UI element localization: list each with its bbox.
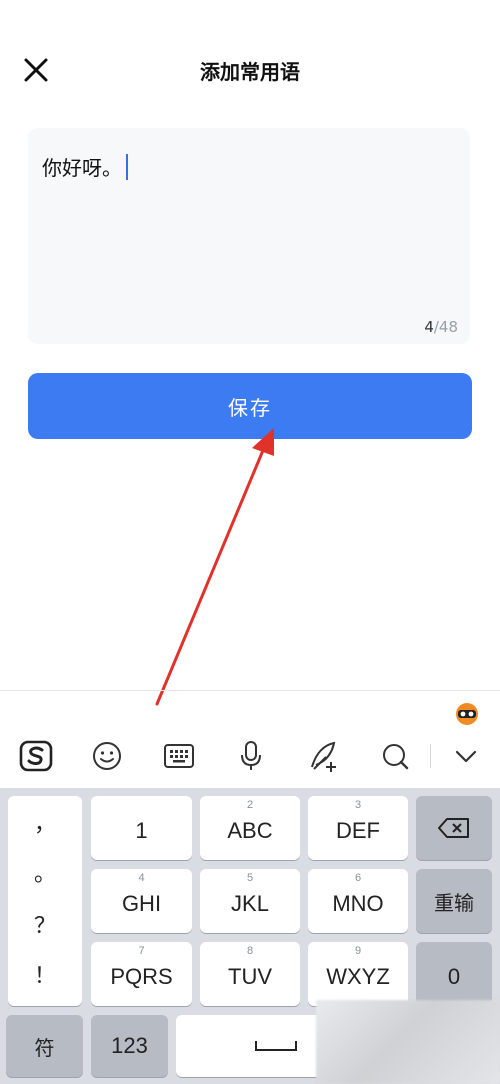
- keyboard-divider: [0, 690, 500, 691]
- key-label: 0: [447, 964, 461, 989]
- text-caret: [126, 153, 128, 180]
- key-1[interactable]: 1: [91, 796, 192, 860]
- mascot-icon[interactable]: [454, 700, 480, 726]
- microphone-icon[interactable]: [231, 736, 271, 776]
- reinput-button[interactable]: 重输: [416, 869, 492, 933]
- backspace-button[interactable]: [416, 796, 492, 860]
- key-digit: 7: [138, 945, 145, 957]
- save-button[interactable]: 保存: [28, 373, 472, 439]
- punct-question[interactable]: ？: [8, 908, 82, 940]
- phrase-input[interactable]: 你好呀。 4/48: [28, 128, 470, 344]
- key-label: ABC: [227, 818, 273, 843]
- key-digit: 6: [354, 872, 362, 884]
- key-digit: 8: [246, 945, 254, 957]
- key-label: PQRS: [110, 964, 173, 989]
- punct-exclaim[interactable]: ！: [8, 958, 82, 990]
- phrase-text: 你好呀。: [42, 156, 122, 180]
- key-label: JKL: [231, 891, 269, 916]
- key-label: 1: [135, 818, 148, 843]
- key-pqrs[interactable]: 7 PQRS: [91, 942, 192, 1006]
- header: 添加常用语: [0, 0, 500, 140]
- char-count-max: /48: [433, 318, 458, 336]
- char-counter: 4/48: [424, 318, 458, 336]
- handwriting-icon[interactable]: [303, 736, 343, 776]
- key-abc[interactable]: 2 ABC: [200, 796, 300, 860]
- key-jkl[interactable]: 5 JKL: [200, 869, 300, 933]
- key-label: 123: [111, 1033, 148, 1058]
- key-label: TUV: [228, 964, 272, 989]
- numbers-button[interactable]: 123: [91, 1015, 168, 1077]
- key-0[interactable]: 0: [416, 942, 492, 1006]
- sogou-logo-icon[interactable]: [16, 736, 56, 776]
- punct-period[interactable]: 。: [8, 856, 82, 888]
- key-label: MNO: [332, 891, 384, 916]
- punctuation-column[interactable]: ， 。 ？ ！: [8, 796, 82, 1006]
- key-mno[interactable]: 6 MNO: [308, 869, 408, 933]
- key-label: DEF: [336, 818, 380, 843]
- space-icon: [255, 1041, 297, 1051]
- backspace-icon: [438, 818, 469, 838]
- page-title: 添加常用语: [200, 60, 300, 84]
- toolbar-separator: [430, 744, 431, 768]
- key-digit: 2: [246, 799, 254, 811]
- key-tuv[interactable]: 8 TUV: [200, 942, 300, 1006]
- key-def[interactable]: 3 DEF: [308, 796, 408, 860]
- blurred-watermark: [316, 1000, 500, 1084]
- char-count-current: 4: [424, 318, 434, 336]
- search-icon[interactable]: [375, 736, 415, 776]
- key-label: 符: [34, 1035, 55, 1060]
- punct-comma[interactable]: ，: [8, 806, 82, 838]
- key-digit: 4: [138, 872, 145, 884]
- symbols-button[interactable]: 符: [6, 1015, 83, 1077]
- key-digit: 3: [354, 799, 362, 811]
- chevron-down-icon[interactable]: [446, 736, 486, 776]
- key-label: WXYZ: [326, 964, 390, 989]
- key-wxyz[interactable]: 9 WXYZ: [308, 942, 408, 1006]
- key-label: GHI: [121, 891, 162, 916]
- key-digit: 9: [354, 945, 362, 957]
- keyboard-toolbar: [0, 724, 500, 788]
- emoji-icon[interactable]: [87, 736, 127, 776]
- key-label: 重输: [434, 890, 474, 915]
- key-digit: 5: [246, 872, 254, 884]
- keyboard-icon[interactable]: [159, 736, 199, 776]
- key-ghi[interactable]: 4 GHI: [91, 869, 192, 933]
